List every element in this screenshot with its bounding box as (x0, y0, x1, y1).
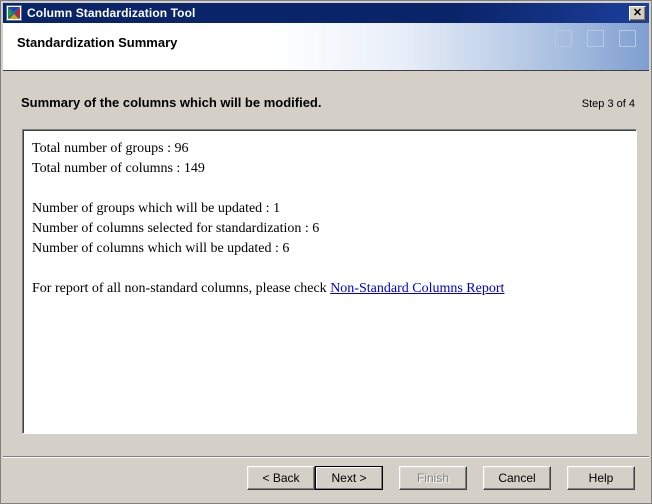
decoration-square-1 (555, 30, 572, 47)
summary-blank-line (32, 259, 626, 279)
summary-blank-line (32, 179, 626, 199)
page-title: Summary of the columns which will be mod… (21, 95, 322, 110)
subheading-row: Summary of the columns which will be mod… (3, 95, 649, 115)
summary-text-content: Total number of groups : 96 Total number… (23, 130, 636, 299)
finish-button: Finish (399, 466, 467, 490)
decoration-square-2 (587, 30, 604, 47)
help-button[interactable]: Help (567, 466, 635, 490)
non-standard-columns-report-link[interactable]: Non-Standard Columns Report (330, 281, 504, 296)
column-standardization-tool-window: Column Standardization Tool ✕ Standardiz… (0, 0, 652, 504)
footer-bar: < Back Next > Finish Cancel Help (3, 459, 649, 503)
report-line-prefix: For report of all non-standard columns, … (32, 281, 331, 296)
summary-report-line: For report of all non-standard columns, … (32, 279, 626, 299)
summary-line: Number of columns which will be updated … (32, 241, 290, 256)
back-button[interactable]: < Back (247, 466, 315, 490)
summary-text-panel[interactable]: Total number of groups : 96 Total number… (22, 129, 637, 434)
title-bar: Column Standardization Tool ✕ (3, 3, 649, 23)
wizard-button-row: < Back Next > Finish Cancel Help (247, 466, 635, 490)
summary-line: Number of columns selected for standardi… (32, 221, 320, 236)
column-standardization-icon (6, 5, 22, 21)
next-button[interactable]: Next > (315, 466, 383, 490)
close-icon[interactable]: ✕ (629, 5, 646, 21)
step-indicator: Step 3 of 4 (581, 98, 635, 110)
content-area: Summary of the columns which will be mod… (3, 72, 649, 455)
decoration-square-3 (619, 30, 636, 47)
footer-separator (3, 456, 649, 458)
wizard-header: Standardization Summary (3, 23, 649, 71)
summary-line: Total number of groups : 96 (32, 141, 189, 156)
window-title: Column Standardization Tool (27, 6, 196, 20)
wizard-header-title: Standardization Summary (17, 35, 178, 50)
header-decoration-squares (555, 30, 636, 47)
cancel-button[interactable]: Cancel (483, 466, 551, 490)
summary-line: Number of groups which will be updated :… (32, 201, 281, 216)
summary-line: Total number of columns : 149 (32, 161, 205, 176)
